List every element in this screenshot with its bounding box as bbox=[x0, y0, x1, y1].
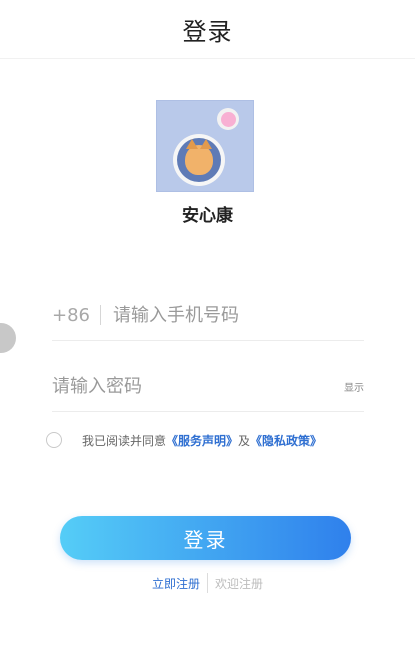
service-agreement-link[interactable]: 《服务声明》 bbox=[166, 432, 238, 449]
phone-input[interactable] bbox=[113, 304, 364, 326]
app-name: 安心康 bbox=[182, 206, 233, 226]
phone-field: +86 bbox=[52, 290, 364, 341]
agreement-connector: 及 bbox=[238, 433, 251, 448]
page-title: 登录 bbox=[182, 17, 233, 46]
pink-dot-icon bbox=[217, 108, 239, 130]
privacy-policy-link[interactable]: 《隐私政策》 bbox=[250, 432, 322, 449]
show-password-button[interactable]: 显示 bbox=[344, 379, 364, 394]
app-logo bbox=[156, 100, 254, 192]
agreement-text: 我已阅读并同意 bbox=[82, 433, 167, 448]
country-code[interactable]: +86 bbox=[52, 305, 90, 326]
floating-handle[interactable] bbox=[0, 323, 16, 353]
bottom-divider bbox=[207, 573, 208, 593]
login-button[interactable]: 登录 bbox=[60, 516, 351, 560]
prefix-divider bbox=[100, 305, 101, 325]
header: 登录 bbox=[0, 0, 415, 59]
bottom-links: 立即注册 欢迎注册 bbox=[0, 573, 415, 593]
mascot-avatar-icon bbox=[173, 134, 225, 186]
register-link[interactable]: 立即注册 bbox=[152, 575, 200, 592]
welcome-register-text: 欢迎注册 bbox=[215, 576, 264, 591]
password-input[interactable] bbox=[52, 375, 336, 397]
password-field: 显示 bbox=[52, 361, 364, 412]
agreement-checkbox[interactable] bbox=[46, 432, 62, 448]
agreement-row: 我已阅读并同意 《服务声明》 及 《隐私政策》 bbox=[46, 429, 406, 451]
